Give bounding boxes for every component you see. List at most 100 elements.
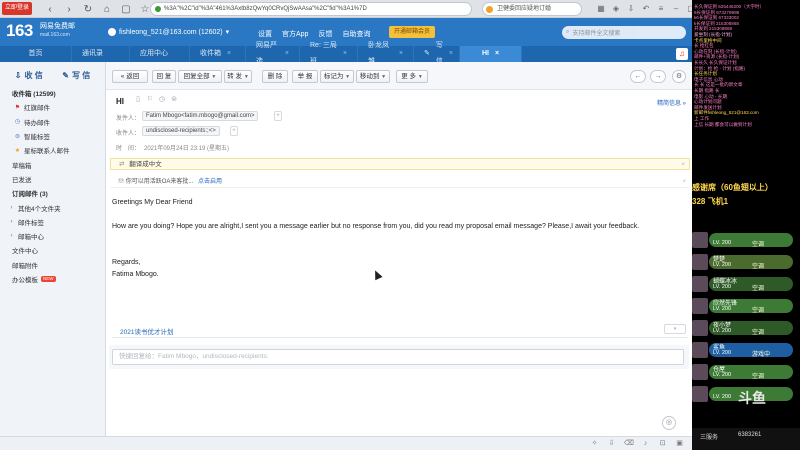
music-icon[interactable]: ♫ xyxy=(676,48,688,60)
help-icon[interactable]: ◎ xyxy=(662,416,676,430)
viewer-row[interactable]: 欣然先锋 LV. 200 空调 xyxy=(692,298,800,314)
back-icon[interactable]: ‹ xyxy=(42,1,58,17)
notice-link[interactable]: 点击启用 xyxy=(198,179,222,185)
tab-contacts[interactable]: 通讯录 xyxy=(72,46,130,62)
tab-compose[interactable]: ✎写信× xyxy=(414,42,460,65)
sidebar-item[interactable]: 订阅邮件 (3) xyxy=(0,186,105,200)
reply-all-button[interactable]: 回复全部 ▼ xyxy=(178,70,222,83)
search-input[interactable]: ⌕ 支持邮件全文搜索 xyxy=(562,26,686,39)
signature-link[interactable]: 2021读书优才计划 xyxy=(120,326,173,336)
viewer-row[interactable]: 鲨鱼 LV. 200 游戏中 xyxy=(692,342,800,358)
sidebar-item[interactable]: 办公模板 NEW xyxy=(0,272,105,286)
tab-yanxuan[interactable]: 网易严选× xyxy=(246,42,300,65)
sidebar-item[interactable]: 收件箱 (12599) xyxy=(0,86,105,100)
prev-mail-button[interactable]: ← xyxy=(630,70,646,83)
close-icon[interactable]: × xyxy=(682,177,686,188)
add-contact-icon[interactable]: + xyxy=(230,126,238,136)
close-icon[interactable]: × xyxy=(449,46,453,62)
news-pill[interactable]: 卫健委回应疑地订婚 xyxy=(482,2,582,16)
sidebar-item[interactable]: › 其他4个文件夹 xyxy=(0,200,105,214)
viewer-row[interactable]: 蝴蝶冰冰 LV. 200 空调 xyxy=(692,276,800,292)
to-chip[interactable]: undisclosed-recipients:;<> xyxy=(142,126,220,136)
close-icon[interactable]: × xyxy=(285,46,289,62)
delete-button[interactable]: 删 除 xyxy=(262,70,288,83)
header-link-selfservice[interactable]: 自助查询 xyxy=(342,29,370,39)
tab-re-mail[interactable]: Re: 三局 班...× xyxy=(300,42,358,65)
receive-button[interactable]: ⇩ 收 信 xyxy=(6,68,52,82)
sidebar-item[interactable]: ◷ 待办邮件 xyxy=(0,115,105,129)
tab-label: HI xyxy=(481,50,489,57)
zoom-icon[interactable]: ⊡ xyxy=(658,439,667,448)
home-icon[interactable]: ⌂ xyxy=(99,1,115,17)
close-icon[interactable]: × xyxy=(681,159,685,170)
expand-icon: › xyxy=(10,204,13,211)
trash-icon[interactable]: ⌫ xyxy=(624,439,634,448)
forward-icon[interactable]: › xyxy=(61,1,77,17)
minimize-icon[interactable]: – xyxy=(671,3,681,13)
close-icon[interactable]: × xyxy=(343,46,347,62)
sidebar-item[interactable]: 已发送 xyxy=(0,172,105,186)
game-icon[interactable]: ◈ xyxy=(611,3,621,13)
address-bar[interactable]: %3A"%2C"id"%3A"461%3Axtb8zQwYq0CRvQjSwAA… xyxy=(150,2,472,16)
login-badge[interactable]: 立即登录 xyxy=(2,2,33,15)
sidebar-item[interactable]: 草稿箱 xyxy=(0,157,105,171)
header-link-app[interactable]: 官方App xyxy=(282,29,308,39)
sidebar-item[interactable]: › 邮箱中心 xyxy=(0,229,105,243)
account-info[interactable]: fishleong_521@163.com (12602) ▾ xyxy=(108,28,229,36)
tag-icon[interactable]: ⊜ xyxy=(170,96,178,104)
back-button[interactable]: « 返回 xyxy=(112,70,148,83)
move-to-button[interactable]: 移动到 ▼ xyxy=(356,70,390,83)
quick-reply-input[interactable]: 快捷回复给：Fatim Mbogo，undisclosed-recipients… xyxy=(112,349,684,365)
page-icon[interactable]: ▢ xyxy=(118,1,134,17)
tab-inbox[interactable]: 收件箱 × xyxy=(190,46,246,62)
window-icon[interactable]: ▣ xyxy=(675,439,684,448)
report-button[interactable]: 举 报 xyxy=(292,70,318,83)
close-icon[interactable]: × xyxy=(495,46,499,62)
viewer-row[interactable]: 楚楚 LV. 200 空调 xyxy=(692,254,800,270)
sound-icon[interactable]: ♪ xyxy=(641,439,650,448)
tab-home[interactable]: 首页 xyxy=(0,46,72,62)
stream-bottom-bar: 三服务 6383261 xyxy=(692,428,800,450)
tab-current-mail[interactable]: HI × xyxy=(460,46,522,62)
viewer-row[interactable]: LV. 200 空调 xyxy=(692,232,800,248)
vip-button[interactable]: 开通邮箱会员 xyxy=(389,26,435,38)
sidebar-item[interactable]: ★ 星标联系人邮件 xyxy=(0,143,105,157)
download-icon[interactable]: ⇩ xyxy=(626,3,636,13)
translate-bar[interactable]: ⇄ 翻译成中文 × xyxy=(110,158,690,170)
mark-as-button[interactable]: 标记为 ▼ xyxy=(320,70,354,83)
settings-icon[interactable]: ⚙ xyxy=(672,70,686,83)
compose-button[interactable]: ✎ 写 信 xyxy=(54,68,100,82)
tab-wolong[interactable]: 卧龙凤雏× xyxy=(358,42,414,65)
sidebar-item[interactable]: ⊜ 智能标签 xyxy=(0,129,105,143)
add-contact-icon[interactable]: + xyxy=(274,111,282,121)
sidebar-item[interactable]: 文件中心 xyxy=(0,243,105,257)
viewer-row[interactable]: 夜小梦 LV. 200 空调 xyxy=(692,320,800,336)
more-button[interactable]: 更 多 ▼ xyxy=(396,70,428,83)
flag-icon[interactable]: ⚐ xyxy=(146,96,154,104)
viewer-row[interactable]: 仓屋 LV. 200 空调 xyxy=(692,364,800,380)
bookmark-icon[interactable]: ▯ xyxy=(134,96,142,104)
sidebar-item[interactable]: 邮箱附件 xyxy=(0,258,105,272)
mail-tabbar: 首页 通讯录 应用中心 收件箱 × 网易严选× Re: 三局 班...× 卧龙凤雏… xyxy=(0,42,692,65)
grid-icon[interactable]: ▦ xyxy=(596,3,606,13)
logo-number[interactable]: 163 xyxy=(6,21,33,41)
undo-icon[interactable]: ↶ xyxy=(641,3,651,13)
signature-options[interactable]: ▾ xyxy=(664,324,686,334)
clock-icon[interactable]: ◷ xyxy=(158,96,166,104)
tab-apps[interactable]: 应用中心 xyxy=(130,46,190,62)
forward-button[interactable]: 转 发 ▼ xyxy=(224,70,252,83)
tools-icon[interactable]: ✧ xyxy=(590,439,599,448)
next-mail-button[interactable]: → xyxy=(650,70,666,83)
refresh-icon[interactable]: ↻ xyxy=(80,1,96,17)
menu-icon[interactable]: ≡ xyxy=(656,3,666,13)
from-chip[interactable]: Fatim Mbogo<fatim.mbogo@gmail.com> xyxy=(142,111,259,121)
close-icon[interactable]: × xyxy=(399,46,403,62)
mark-label: 标记为 xyxy=(323,73,344,80)
close-icon[interactable]: × xyxy=(227,46,231,62)
detail-toggle-link[interactable]: 精简信息 » xyxy=(657,98,686,107)
reply-button[interactable]: 回 复 xyxy=(152,70,176,83)
chevron-down-icon: ▾ xyxy=(225,29,230,36)
sidebar-item[interactable]: › 邮件标签 xyxy=(0,215,105,229)
download-icon[interactable]: ⇩ xyxy=(607,439,616,448)
sidebar-item[interactable]: ⚑ 红旗邮件 xyxy=(0,100,105,114)
